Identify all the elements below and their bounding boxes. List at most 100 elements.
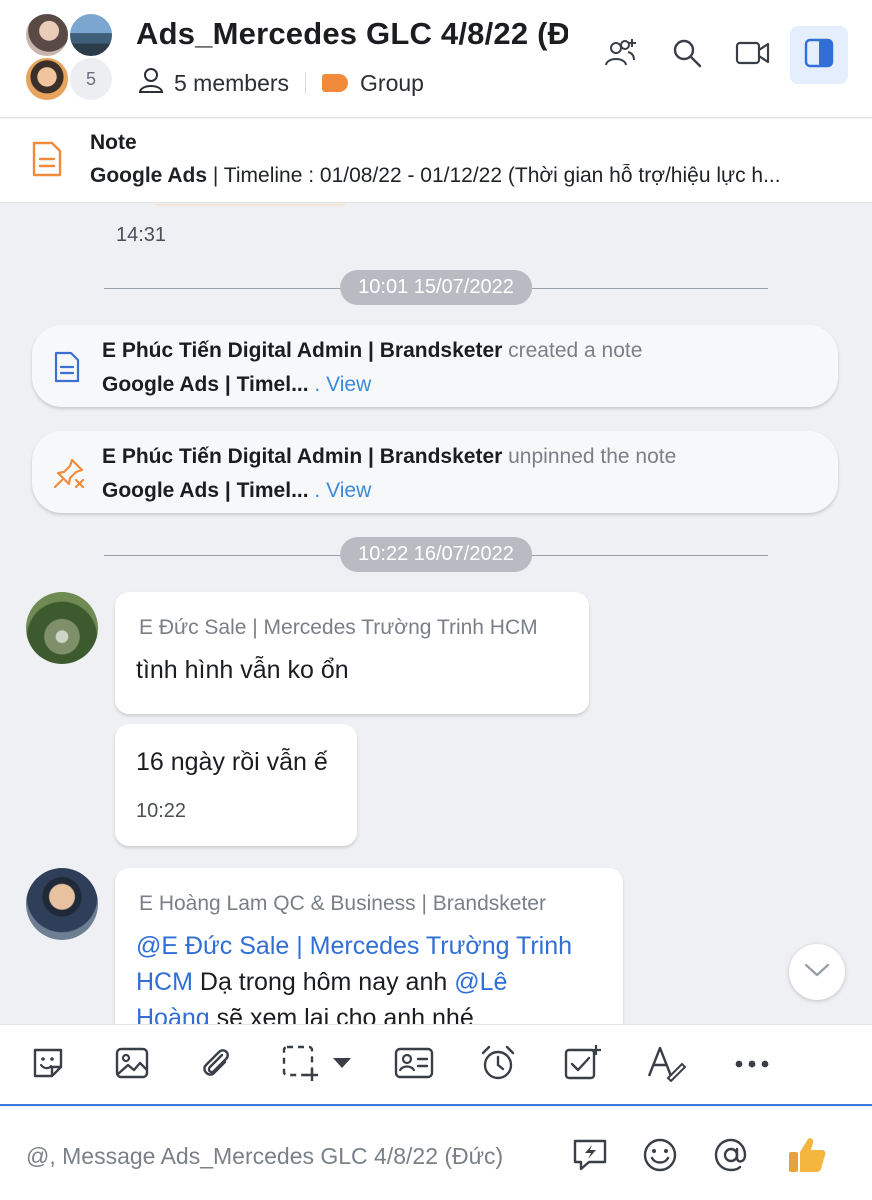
send-like-button[interactable] <box>785 1135 829 1179</box>
message-text: tình hình vẫn ko ổn <box>136 656 349 684</box>
message-text: sẽ xem lại cho anh nhé <box>209 1004 474 1024</box>
sender-name: E Hoàng Lam QC & Business | Brandsketer <box>139 892 546 915</box>
system-message-detail: Google Ads | Timel... . View <box>102 373 371 397</box>
message-bubble[interactable]: 16 ngày rồi vẫn ế 10:22 <box>115 724 357 846</box>
date-pill: 10:22 16/07/2022 <box>340 537 532 572</box>
message-text: 16 ngày rồi vẫn ế <box>136 748 328 776</box>
contact-card-icon <box>394 1046 434 1085</box>
screenshot-icon <box>281 1044 319 1087</box>
composer-toolbar <box>0 1024 872 1106</box>
reminder-icon <box>479 1044 517 1087</box>
emoji-icon <box>641 1136 679 1179</box>
mention-link[interactable]: HCM <box>136 968 193 996</box>
text-format-icon <box>646 1044 687 1087</box>
add-member-button[interactable] <box>592 26 650 84</box>
more-button[interactable] <box>732 1045 772 1085</box>
note-icon <box>52 350 82 389</box>
view-link[interactable]: View <box>326 373 371 396</box>
person-icon <box>138 67 164 99</box>
conversation-title[interactable]: Ads_Mercedes GLC 4/8/22 (Đức) <box>136 16 568 52</box>
member-avatar <box>68 12 114 58</box>
actor-name[interactable]: E Phúc Tiến Digital Admin | Brandsketer <box>102 445 502 468</box>
previous-message-edge <box>150 204 350 206</box>
sidebar-toggle-icon <box>803 37 835 74</box>
attachment-button[interactable] <box>196 1045 236 1085</box>
search-button[interactable] <box>658 26 716 84</box>
mention-icon <box>712 1136 750 1179</box>
video-call-button[interactable] <box>724 26 782 84</box>
chevron-down-icon <box>804 962 830 983</box>
video-call-icon <box>735 39 771 72</box>
actor-name[interactable]: E Phúc Tiến Digital Admin | Brandsketer <box>102 339 502 362</box>
avatar[interactable] <box>26 592 98 664</box>
task-button[interactable] <box>562 1044 602 1087</box>
mention-button[interactable] <box>709 1135 753 1179</box>
system-message: E Phúc Tiến Digital Admin | Brandsketer … <box>32 431 838 513</box>
message-time: 10:22 <box>136 800 187 822</box>
group-label[interactable]: Group <box>360 70 424 97</box>
mention-link[interactable]: Hoàng <box>136 1004 210 1024</box>
note-preview-text: | Timeline : 01/08/22 - 01/12/22 (Thời g… <box>207 164 781 187</box>
image-icon <box>114 1045 150 1086</box>
action-text: created a note <box>502 339 643 362</box>
note-preview: Google Ads | Timeline : 01/08/22 - 01/12… <box>90 164 830 188</box>
view-link[interactable]: View <box>326 479 371 502</box>
tag-icon <box>322 74 349 92</box>
note-subject: Google Ads | Timel... <box>102 479 309 502</box>
unpin-icon <box>52 456 86 495</box>
emoji-button[interactable] <box>638 1135 682 1179</box>
quick-message-icon <box>571 1136 609 1179</box>
message-list[interactable]: 14:31 10:01 15/07/2022 E Phúc Tiến Digit… <box>0 204 872 1024</box>
attachment-icon <box>198 1045 234 1086</box>
date-divider: 10:22 16/07/2022 <box>104 537 768 573</box>
note-label: Note <box>90 131 137 154</box>
sticker-button[interactable] <box>28 1045 68 1085</box>
search-icon <box>671 37 703 74</box>
avatar[interactable] <box>26 868 98 940</box>
more-icon <box>734 1056 770 1074</box>
message-text-line: HCM Dạ trong hôm nay anh @Lê <box>136 968 507 997</box>
member-avatar <box>24 12 70 58</box>
message-text-line: @E Đức Sale | Mercedes Trường Trinh <box>136 932 572 961</box>
conversation-meta: 5 members Group <box>138 66 424 100</box>
message-bubble[interactable]: E Đức Sale | Mercedes Trường Trinh HCM t… <box>115 592 589 714</box>
pinned-note-bar[interactable]: Note Google Ads | Timeline : 01/08/22 - … <box>0 119 872 203</box>
message-input-area: @, Message Ads_Mercedes GLC 4/8/22 (Đức) <box>0 1107 872 1200</box>
members-link[interactable]: 5 members <box>174 70 289 97</box>
link-separator: . <box>308 373 327 396</box>
text-format-button[interactable] <box>646 1044 687 1087</box>
sticker-icon <box>30 1045 66 1086</box>
thumbs-up-icon <box>786 1134 828 1181</box>
quick-message-button[interactable] <box>568 1135 612 1179</box>
meta-divider <box>305 72 307 94</box>
message-text: Dạ trong hôm nay anh <box>192 968 455 996</box>
action-text: unpinned the note <box>502 445 677 468</box>
chat-header: 5 Ads_Mercedes GLC 4/8/22 (Đức) 5 member… <box>0 0 872 118</box>
scroll-to-bottom-button[interactable] <box>789 944 845 1000</box>
reminder-button[interactable] <box>478 1045 518 1085</box>
link-separator: . <box>308 479 327 502</box>
task-icon <box>563 1044 601 1087</box>
message-time: 14:31 <box>116 224 167 246</box>
group-avatar[interactable]: 5 <box>24 12 116 104</box>
message-input[interactable]: @, Message Ads_Mercedes GLC 4/8/22 (Đức) <box>26 1143 503 1170</box>
sender-name: E Đức Sale | Mercedes Trường Trinh HCM <box>139 616 538 639</box>
date-pill: 10:01 15/07/2022 <box>340 270 532 305</box>
date-divider: 10:01 15/07/2022 <box>104 270 768 306</box>
note-subject: Google Ads | Timel... <box>102 373 309 396</box>
image-button[interactable] <box>112 1045 152 1085</box>
sidebar-toggle-button[interactable] <box>790 26 848 84</box>
system-message-line: E Phúc Tiến Digital Admin | Brandsketer … <box>102 339 642 363</box>
mention-link[interactable]: @Lê <box>454 968 507 996</box>
add-member-icon <box>603 36 639 75</box>
mention-link[interactable]: @E Đức Sale | Mercedes Trường Trinh <box>136 932 572 960</box>
contact-card-button[interactable] <box>394 1045 434 1085</box>
message-bubble[interactable]: E Hoàng Lam QC & Business | Brandsketer … <box>115 868 623 1024</box>
system-message-line: E Phúc Tiến Digital Admin | Brandsketer … <box>102 445 676 469</box>
dropdown-caret-icon <box>332 1056 352 1074</box>
member-avatar <box>24 56 70 102</box>
screenshot-options-button[interactable] <box>322 1045 362 1085</box>
note-icon <box>30 139 64 184</box>
screenshot-button[interactable] <box>280 1045 320 1085</box>
message-text-line: Hoàng sẽ xem lại cho anh nhé <box>136 1004 474 1024</box>
